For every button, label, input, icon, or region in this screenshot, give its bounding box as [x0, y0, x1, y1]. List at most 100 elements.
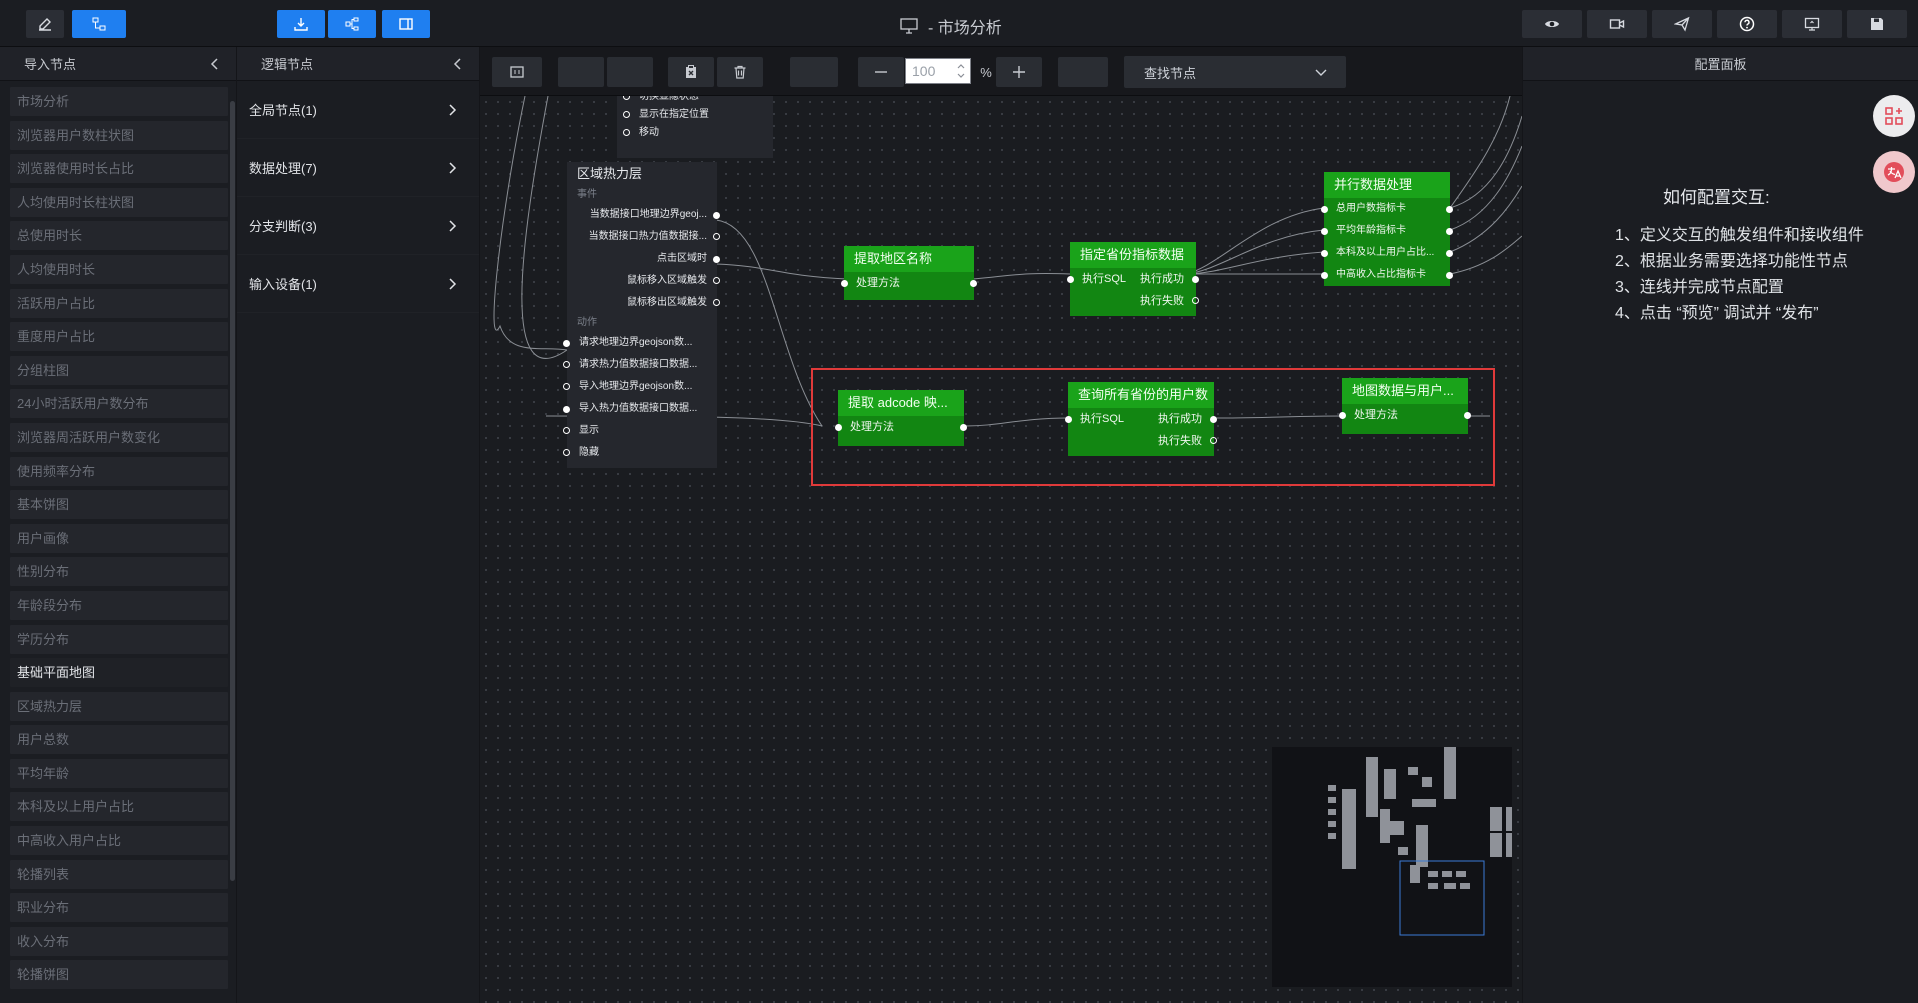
component-item[interactable]: 本科及以上用户占比	[10, 792, 228, 822]
node-province-metrics[interactable]: 指定省份指标数据 执行SQL 执行成功 执行失败	[1067, 242, 1199, 316]
port-row-fail[interactable]: 执行失败	[1070, 290, 1199, 312]
component-item[interactable]: 24小时活跃用户数分布	[10, 389, 228, 419]
input-port[interactable]	[1321, 249, 1328, 257]
component-item[interactable]: 浏览器用户数柱状图	[10, 120, 228, 150]
component-item[interactable]: 职业分布	[10, 893, 228, 923]
event-port-row[interactable]: 鼠标移出区域触发	[567, 292, 720, 314]
node-query-province-users[interactable]: 查询所有省份的用户数 执行SQL 执行成功 执行失败	[1065, 382, 1217, 456]
record-button[interactable]	[1587, 10, 1647, 38]
output-port-success[interactable]	[1192, 275, 1199, 283]
action-port-row[interactable]: 显示在指定位置	[617, 106, 773, 124]
input-port[interactable]	[563, 339, 570, 347]
output-port[interactable]	[1446, 205, 1453, 213]
fit-view-button[interactable]	[492, 57, 542, 87]
component-item[interactable]: 性别分布	[10, 557, 228, 587]
top-node-fragment[interactable]: 切换显隐状态 显示在指定位置 移动	[617, 96, 773, 158]
component-item[interactable]: 用户总数	[10, 725, 228, 755]
layout-tree-button[interactable]	[328, 10, 376, 38]
output-port[interactable]	[1446, 271, 1453, 279]
action-port-row[interactable]: 请求地理边界geojson数...	[563, 332, 717, 354]
input-port[interactable]	[623, 111, 630, 118]
event-port-row[interactable]: 点击区域时	[567, 248, 720, 270]
component-list-scrollbar[interactable]	[230, 101, 235, 881]
port-row-sql[interactable]: 执行SQL 执行成功	[1067, 268, 1199, 290]
logic-interaction-button[interactable]	[72, 10, 126, 38]
edit-button[interactable]	[26, 10, 64, 38]
input-port[interactable]	[1067, 275, 1074, 283]
input-port[interactable]	[563, 361, 570, 368]
component-item[interactable]: 市场分析	[10, 87, 228, 116]
port-process-method[interactable]: 处理方法	[1339, 404, 1471, 426]
input-port[interactable]	[1339, 411, 1346, 419]
component-item[interactable]: 人均使用时长	[10, 254, 228, 284]
screen-button[interactable]	[1782, 10, 1842, 38]
component-item[interactable]: 基础平面地图	[10, 658, 228, 688]
event-port-row[interactable]: 当数据接口热力值数据接...	[567, 226, 720, 248]
component-item[interactable]: 轮播列表	[10, 859, 228, 889]
component-item[interactable]: 收入分布	[10, 926, 228, 956]
output-port[interactable]	[1446, 249, 1453, 257]
component-item[interactable]: 学历分布	[10, 624, 228, 654]
undo-button[interactable]	[558, 57, 604, 87]
component-item[interactable]: 年龄段分布	[10, 590, 228, 620]
input-port[interactable]	[841, 279, 848, 287]
port-row-fail[interactable]: 执行失败	[1068, 430, 1217, 452]
find-node-select[interactable]: 查找节点	[1124, 56, 1346, 88]
output-port[interactable]	[713, 299, 720, 306]
input-port[interactable]	[563, 427, 570, 434]
delete-button[interactable]	[717, 57, 763, 87]
action-port-row[interactable]: 显示	[563, 420, 717, 442]
zoom-spinner-icon[interactable]	[955, 60, 967, 82]
input-port[interactable]	[1065, 415, 1072, 423]
input-port[interactable]	[1321, 205, 1328, 213]
chevron-left-icon[interactable]	[451, 57, 465, 71]
add-component-button[interactable]	[1873, 95, 1915, 137]
port-row-sql[interactable]: 执行SQL 执行成功	[1065, 408, 1217, 430]
publish-button[interactable]	[1652, 10, 1712, 38]
node-map-data-users[interactable]: 地图数据与用户... 处理方法	[1339, 378, 1471, 434]
component-item[interactable]: 区域热力层	[10, 691, 228, 721]
output-port[interactable]	[713, 277, 720, 284]
output-port[interactable]	[713, 233, 720, 240]
output-port[interactable]	[1464, 411, 1471, 419]
component-item[interactable]: 用户画像	[10, 523, 228, 553]
component-item[interactable]: 使用频率分布	[10, 456, 228, 486]
component-item[interactable]: 浏览器使用时长占比	[10, 154, 228, 184]
heatmap-layer-node[interactable]: 区域热力层 事件 当数据接口地理边界geoj... 当数据接口热力值数据接... 点…	[563, 162, 720, 468]
chevron-left-icon[interactable]	[208, 57, 222, 71]
action-port-row[interactable]: 导入地理边界geojson数...	[563, 376, 717, 398]
component-item[interactable]: 人均使用时长柱状图	[10, 187, 228, 217]
port-process-method[interactable]: 处理方法	[841, 272, 977, 294]
output-port[interactable]	[960, 423, 967, 431]
logic-category-item[interactable]: 分支判断(3)	[237, 197, 479, 255]
clear-button[interactable]	[668, 57, 714, 87]
component-item[interactable]: 浏览器周活跃用户数变化	[10, 422, 228, 452]
help-button[interactable]	[1717, 10, 1777, 38]
logic-category-item[interactable]: 数据处理(7)	[237, 139, 479, 197]
preview-button[interactable]	[1522, 10, 1582, 38]
node-parallel-processing[interactable]: 并行数据处理 总用户数指标卡 平均年龄指标卡 本科及以上用户占比... 中高收入占比指…	[1321, 172, 1453, 286]
input-port[interactable]	[563, 405, 570, 413]
logic-category-item[interactable]: 输入设备(1)	[237, 255, 479, 313]
component-item[interactable]: 基本饼图	[10, 490, 228, 520]
logic-category-item[interactable]: 全局节点(1)	[237, 81, 479, 139]
output-port[interactable]	[970, 279, 977, 287]
input-port[interactable]	[1321, 227, 1328, 235]
output-port-success[interactable]	[1210, 415, 1217, 423]
canvas-minimap[interactable]	[1272, 747, 1512, 987]
component-item[interactable]: 活跃用户占比	[10, 288, 228, 318]
input-port[interactable]	[623, 96, 630, 100]
node-extract-adcode[interactable]: 提取 adcode 映... 处理方法	[835, 390, 967, 446]
import-button[interactable]	[277, 10, 325, 38]
port-process-method[interactable]: 处理方法	[835, 416, 967, 438]
redo-button[interactable]	[607, 57, 653, 87]
component-item[interactable]: 中高收入用户占比	[10, 826, 228, 856]
input-port[interactable]	[623, 129, 630, 136]
output-port-fail[interactable]	[1210, 437, 1217, 444]
event-port-row[interactable]: 当数据接口地理边界geoj...	[567, 204, 720, 226]
grid-toggle-button[interactable]	[1058, 57, 1108, 87]
save-button[interactable]	[1847, 10, 1907, 38]
input-port[interactable]	[563, 449, 570, 456]
zoom-out-button[interactable]	[858, 57, 904, 87]
output-port[interactable]	[713, 211, 720, 219]
